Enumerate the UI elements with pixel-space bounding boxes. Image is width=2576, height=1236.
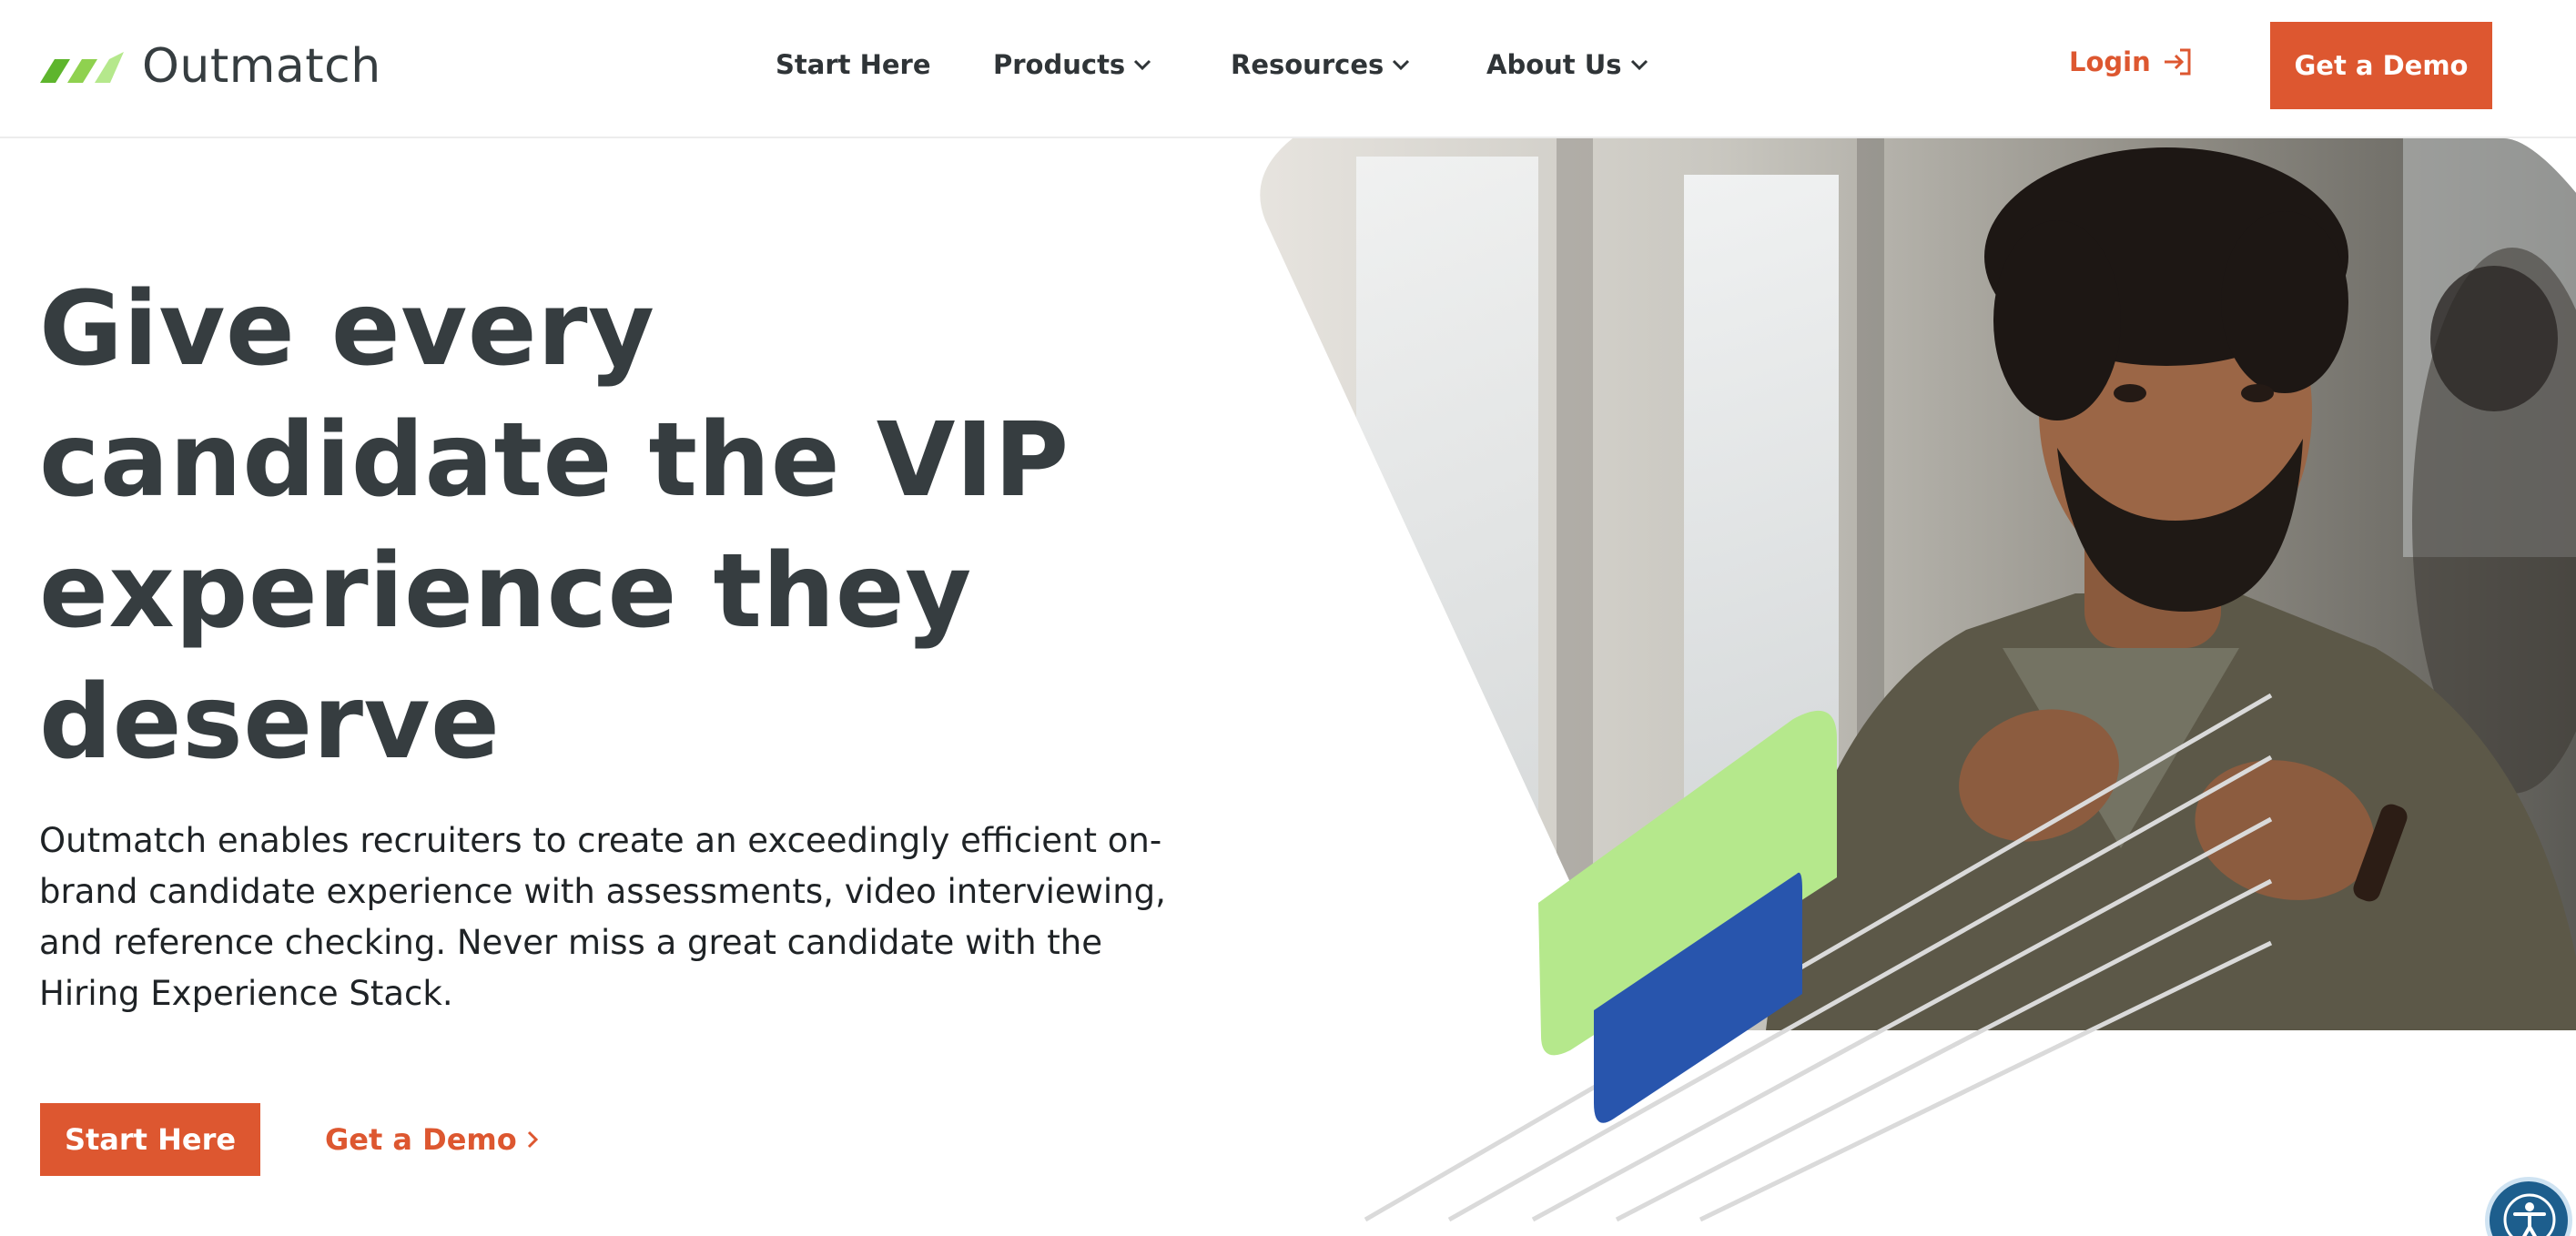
hero-title: Give every candidate the VIP experience … [39, 264, 1150, 788]
logo-wordmark: Outmatch [142, 39, 381, 94]
hero-image [1260, 138, 2576, 1221]
start-here-button[interactable]: Start Here [40, 1103, 260, 1176]
outmatch-logo[interactable]: Outmatch [40, 36, 381, 96]
login-label: Login [2069, 46, 2151, 77]
chevron-right-icon [527, 1130, 538, 1149]
hero-title-line: experience they [39, 532, 972, 651]
nav-start-here[interactable]: Start Here [776, 41, 931, 88]
hero-subtitle: Outmatch enables recruiters to create an… [39, 821, 1166, 1013]
nav-resources-label: Resources [1231, 49, 1384, 80]
nav-products[interactable]: Products [993, 41, 1152, 88]
nav-resources[interactable]: Resources [1231, 41, 1411, 88]
accessibility-icon [2503, 1193, 2556, 1236]
hero-title-line: candidate the VIP [39, 401, 1070, 520]
nav-start-here-label: Start Here [776, 49, 931, 80]
outmatch-logo-icon [40, 52, 124, 83]
nav-products-label: Products [993, 49, 1126, 80]
get-a-demo-link[interactable]: Get a Demo [325, 1103, 539, 1176]
nav-about-us[interactable]: About Us [1486, 41, 1649, 88]
login-link[interactable]: Login [2069, 38, 2193, 86]
get-a-demo-link-label: Get a Demo [325, 1122, 517, 1157]
get-a-demo-button[interactable]: Get a Demo [2270, 22, 2492, 109]
site-header: Outmatch Start Here Products Resources A… [0, 0, 2576, 138]
chevron-down-icon [1393, 59, 1410, 71]
login-arrow-icon [2164, 48, 2191, 76]
photo-man-speaking [1260, 138, 2576, 1030]
hero-title-line: deserve [39, 664, 501, 782]
chevron-down-icon [1630, 59, 1648, 71]
chevron-down-icon [1134, 59, 1151, 71]
hero-title-line: Give every [39, 270, 655, 389]
nav-about-us-label: About Us [1486, 49, 1622, 80]
